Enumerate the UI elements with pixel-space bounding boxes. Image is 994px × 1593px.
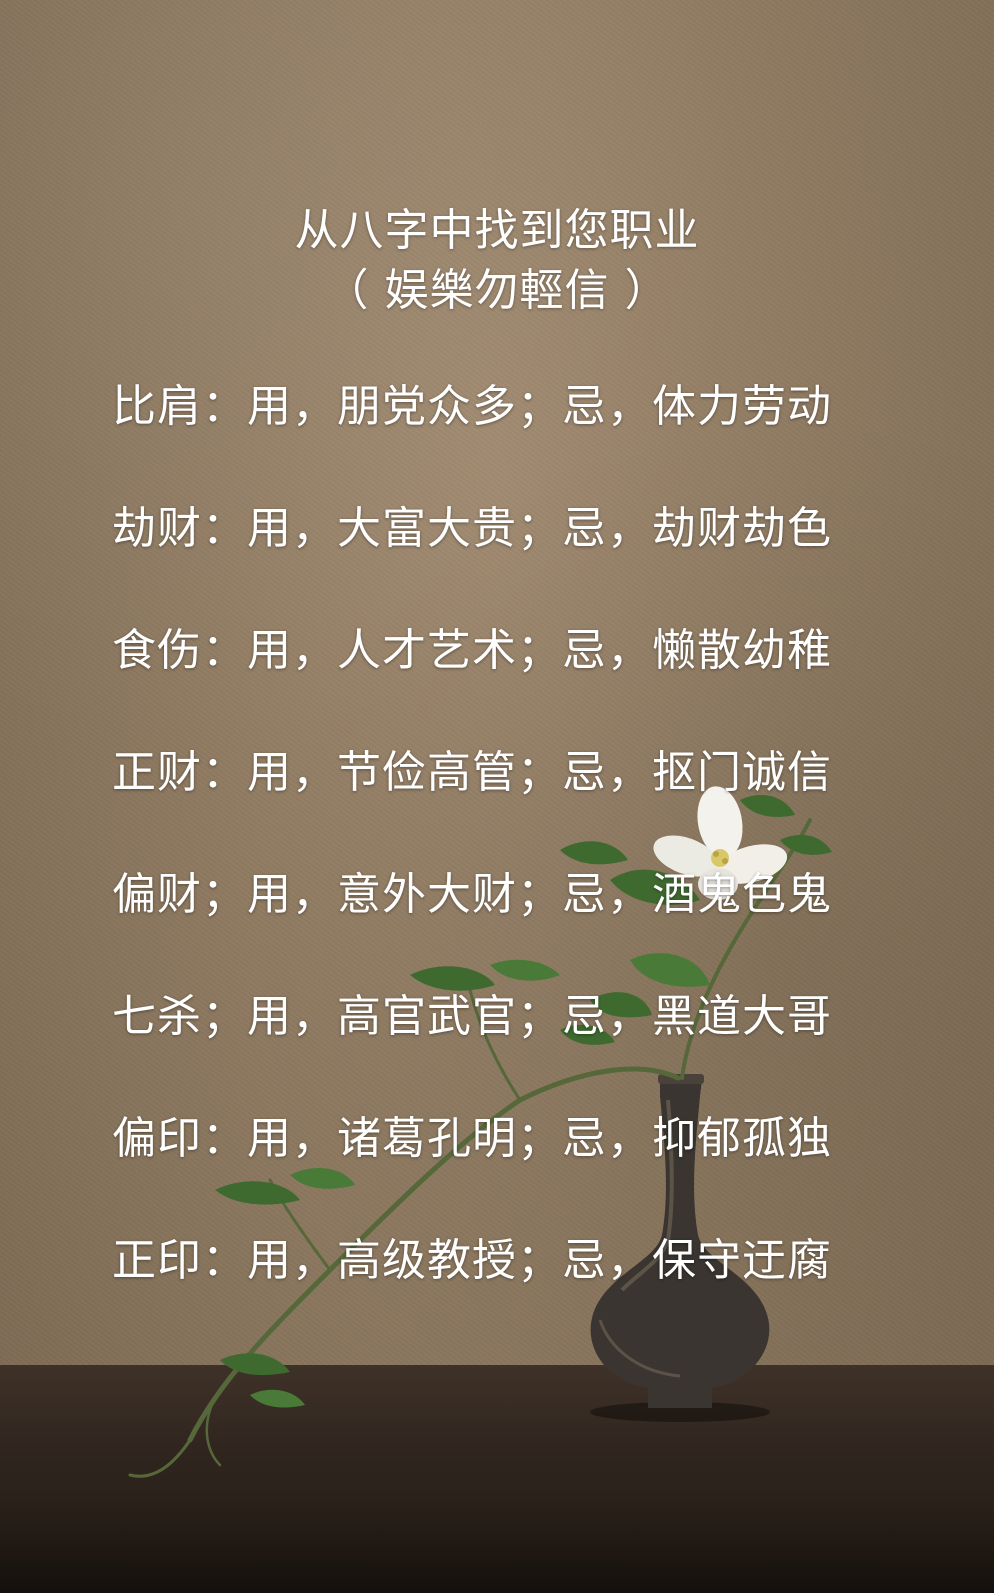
list-item: 正财：用，节俭高管；忌，抠门诚信	[112, 747, 832, 798]
list-item: 正印：用，高级教授；忌，保守迂腐	[112, 1235, 832, 1286]
page-title: 从八字中找到您职业	[294, 205, 700, 256]
list-item: 劫财：用，大富大贵；忌，劫财劫色	[112, 503, 832, 554]
list-item: 偏财；用，意外大财；忌，酒鬼色鬼	[112, 869, 832, 920]
list-item: 七杀；用，高官武官；忌，黑道大哥	[112, 991, 832, 1042]
list-item: 食伤：用，人才艺术；忌，懒散幼稚	[112, 625, 832, 676]
page-subtitle: （ 娱樂勿輕信 ）	[324, 265, 670, 316]
list-item: 偏印：用，诸葛孔明；忌，抑郁孤独	[112, 1113, 832, 1164]
list-item: 比肩：用，朋党众多；忌，体力劳动	[112, 381, 832, 432]
